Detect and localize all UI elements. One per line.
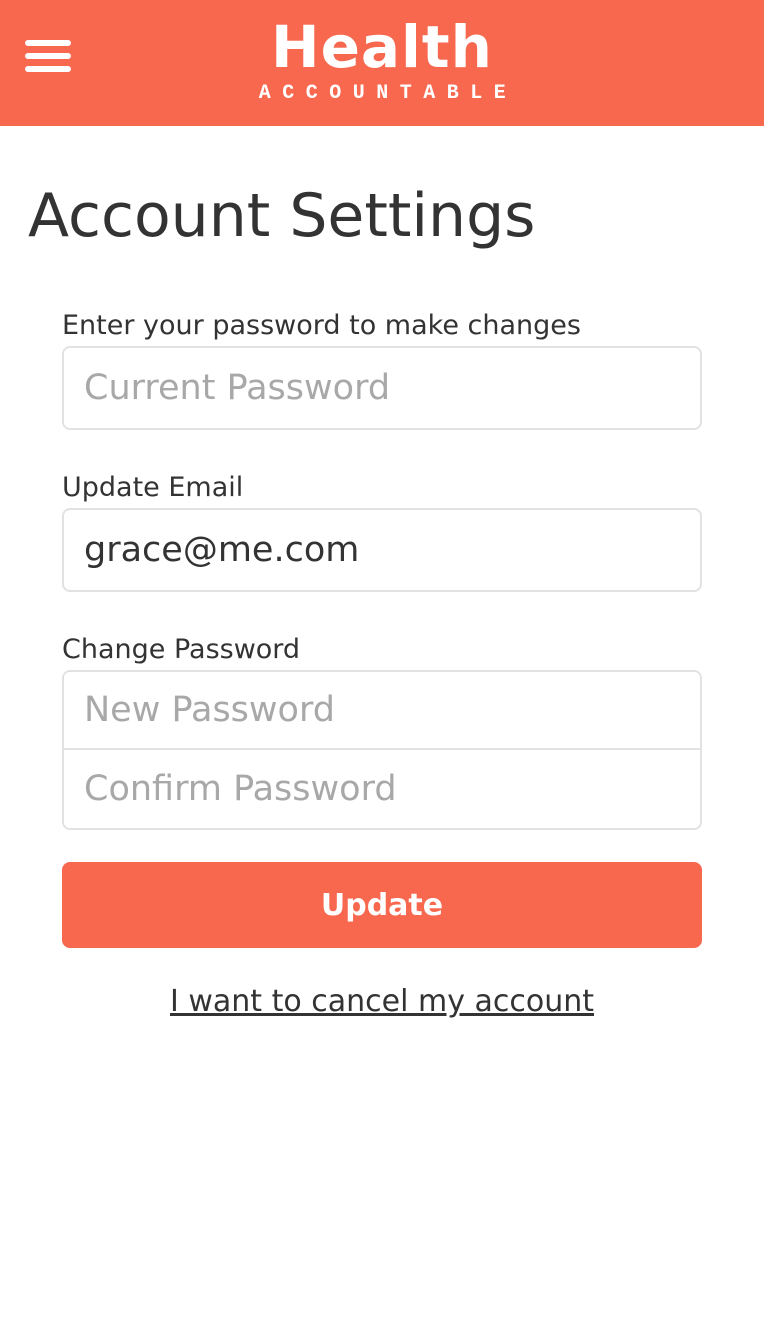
update-button[interactable]: Update: [62, 862, 702, 948]
email-label: Update Email: [62, 472, 244, 503]
logo-sub-text: ACCOUNTABLE: [258, 82, 518, 105]
app-header: Health ACCOUNTABLE: [0, 0, 764, 126]
current-password-label: Enter your password to make changes: [62, 310, 581, 341]
current-password-input[interactable]: [62, 346, 702, 430]
change-password-label: Change Password: [62, 634, 301, 665]
app-logo[interactable]: Health ACCOUNTABLE: [180, 12, 584, 112]
hamburger-menu-icon[interactable]: [24, 38, 72, 74]
change-password-group: Change Password: [62, 630, 702, 830]
logo-main-text: Health: [271, 13, 493, 81]
menu-bar: [25, 53, 71, 59]
page-title: Account Settings: [28, 181, 536, 251]
menu-bar: [25, 66, 71, 72]
new-password-input[interactable]: [64, 672, 700, 750]
email-group: Update Email: [62, 468, 702, 592]
email-input[interactable]: [62, 508, 702, 592]
menu-bar: [25, 40, 71, 46]
account-settings-form: Enter your password to make changes Upda…: [62, 306, 702, 1022]
confirm-password-input[interactable]: [64, 750, 700, 828]
current-password-group: Enter your password to make changes: [62, 306, 702, 430]
password-fields-stack: [62, 670, 702, 830]
cancel-account-link[interactable]: I want to cancel my account: [62, 982, 702, 1022]
